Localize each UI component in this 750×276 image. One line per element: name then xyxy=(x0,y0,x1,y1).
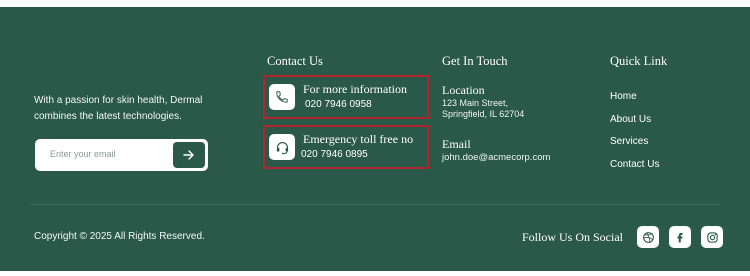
phone-icon-box xyxy=(269,84,295,110)
newsletter-form: Enter your email xyxy=(35,139,208,171)
follow-label: Follow Us On Social xyxy=(522,230,624,244)
contact-card-heading: For more information xyxy=(303,82,407,96)
location-line-2: Springfield, IL 62704 xyxy=(442,109,525,119)
copyright-text: Copyright © 2025 All Rights Reserved. xyxy=(34,231,205,242)
quick-link-services[interactable]: Services xyxy=(610,136,659,159)
facebook-link[interactable] xyxy=(669,226,691,248)
location-line-1: 123 Main Street, xyxy=(442,98,509,108)
contact-card-number: 020 7946 0895 xyxy=(301,149,368,160)
footer-tagline: With a passion for skin health, Dermal c… xyxy=(34,95,203,122)
contact-card-emergency[interactable]: Emergency toll free no 020 7946 0895 xyxy=(263,125,429,169)
instagram-icon xyxy=(706,231,718,243)
quick-link-about[interactable]: About Us xyxy=(610,114,659,137)
contact-card-heading: Emergency toll free no xyxy=(303,132,414,146)
instagram-link[interactable] xyxy=(701,226,723,248)
quick-link-home[interactable]: Home xyxy=(610,91,659,114)
arrow-right-icon xyxy=(183,150,194,160)
dribbble-icon xyxy=(642,231,654,243)
email-input[interactable]: Enter your email xyxy=(50,149,116,159)
contact-card-info[interactable]: For more information 020 7946 0958 xyxy=(263,75,429,119)
headset-icon-box xyxy=(269,134,295,160)
dribbble-link[interactable] xyxy=(637,226,659,248)
email-label: Email xyxy=(442,137,471,151)
email-link[interactable]: john.doe@acmecorp.com xyxy=(442,152,550,163)
quick-link-title: Quick Link xyxy=(610,54,668,68)
location-label: Location xyxy=(442,83,485,97)
footer-divider xyxy=(30,204,720,205)
facebook-icon xyxy=(677,233,683,243)
quick-link-list: Home About Us Services Contact Us xyxy=(610,91,659,181)
contact-title: Contact Us xyxy=(267,54,323,68)
get-in-touch-title: Get In Touch xyxy=(442,54,508,68)
quick-link-contact[interactable]: Contact Us xyxy=(610,159,659,182)
site-footer: With a passion for skin health, Dermal c… xyxy=(0,7,750,271)
contact-card-number: 020 7946 0958 xyxy=(305,99,372,110)
subscribe-button[interactable] xyxy=(173,142,205,168)
headset-icon xyxy=(276,141,288,154)
phone-icon xyxy=(276,91,288,103)
